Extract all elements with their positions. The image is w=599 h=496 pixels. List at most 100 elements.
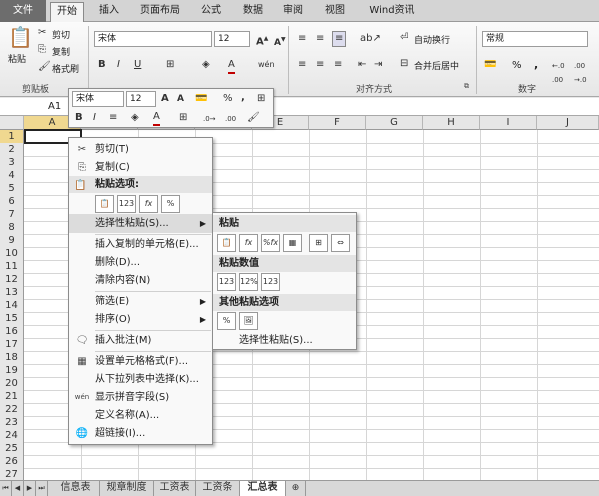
row-header[interactable]: 27 [0,468,24,480]
phonetic-icon[interactable]: wén [258,58,275,72]
col-header[interactable]: H [423,116,480,130]
merge-center-button[interactable]: 合并后居中 [414,59,459,72]
paste-option-paste[interactable]: 📋 [95,195,114,213]
row-header[interactable]: 21 [0,390,24,404]
col-header[interactable]: G [366,116,423,130]
row-header[interactable]: 25 [0,442,24,456]
increase-decimal-icon[interactable]: ←.0.00 [552,59,565,87]
mini-font-color-icon[interactable]: A [153,110,160,126]
align-middle-icon[interactable]: ≡ [316,32,324,46]
mini-fill-color-icon[interactable]: ◈ [131,111,139,125]
row-header[interactable]: 14 [0,299,24,313]
row-header[interactable]: 11 [0,260,24,274]
mini-format-icon[interactable]: ⊞ [257,92,265,106]
comma-button[interactable]: , [534,58,538,71]
paste-option-keep-format[interactable]: ▦ [283,234,302,252]
font-size-select[interactable]: 12 [214,31,250,47]
menu-item-delete[interactable]: 删除(D)... [69,253,212,272]
mini-format-painter-icon[interactable]: 🖌 [247,111,260,125]
name-box[interactable]: A1 [48,101,61,112]
sheet-tab-active[interactable]: 汇总表 [240,481,286,496]
paste-option-transpose[interactable]: ⇔ [331,234,350,252]
mini-italic-icon[interactable]: I [93,111,96,125]
row-header[interactable]: 12 [0,273,24,287]
tab-review[interactable]: 审阅 [276,2,310,22]
prev-sheet-icon[interactable]: ◀ [12,481,24,496]
row-header[interactable]: 6 [0,195,24,209]
shrink-font-icon[interactable]: A▼ [274,33,286,50]
paste-option-formulas[interactable]: fx [139,195,158,213]
last-sheet-icon[interactable]: ⏭ [36,481,48,496]
paste-option-formulas-number[interactable]: %fx [261,234,280,252]
paste-option-formulas[interactable]: fx [239,234,258,252]
next-sheet-icon[interactable]: ▶ [24,481,36,496]
row-header[interactable]: 3 [0,156,24,170]
col-header[interactable]: I [480,116,537,130]
menu-item-hyperlink[interactable]: 🌐 超链接(I)... [69,424,212,443]
tab-file[interactable]: 文件 [0,0,46,22]
new-sheet-icon[interactable]: ⊕ [286,481,306,496]
menu-item-pick-list[interactable]: 从下拉列表中选择(K)... [69,370,212,389]
paste-option-picture[interactable]: 🖼 [239,312,258,330]
menu-item-filter[interactable]: 筛选(E) ▶ [69,292,212,311]
format-painter-button[interactable]: 格式刷 [52,62,79,75]
menu-item-paste-special[interactable]: 选择性粘贴(S)... ▶ [69,214,212,233]
tab-insert[interactable]: 插入 [92,2,126,22]
row-header[interactable]: 13 [0,286,24,300]
wrap-text-button[interactable]: 自动换行 [414,33,450,46]
mini-bold-icon[interactable]: B [75,111,83,125]
mini-font-select[interactable]: 宋体 [72,91,124,107]
percent-button[interactable]: % [512,60,522,71]
mini-increase-decimal-icon[interactable]: .0→ [203,112,216,126]
row-header[interactable]: 18 [0,351,24,365]
underline-icon[interactable]: U [134,58,141,72]
menu-item-clear[interactable]: 清除内容(N) [69,271,212,290]
number-format-select[interactable]: 常规 [482,31,588,47]
row-header[interactable]: 2 [0,143,24,157]
borders-icon[interactable]: ⊞ [166,58,174,72]
paste-option-formatting[interactable]: % [161,195,180,213]
row-header[interactable]: 23 [0,416,24,430]
row-header[interactable]: 22 [0,403,24,417]
submenu-item-paste-special[interactable]: 选择性粘贴(S)... [213,331,356,350]
row-header[interactable]: 15 [0,312,24,326]
bold-icon[interactable]: B [98,58,106,72]
paste-icon[interactable]: 📋 [8,26,33,48]
font-name-select[interactable]: 宋体 [94,31,212,47]
sheet-tab[interactable]: 工资条 [196,481,240,496]
mini-align-center-icon[interactable]: ≡ [109,111,117,125]
tab-home[interactable]: 开始 [50,2,84,23]
menu-item-sort[interactable]: 排序(O) ▶ [69,310,212,329]
copy-button[interactable]: 复制 [52,45,70,58]
row-header[interactable]: 1 [0,130,24,144]
row-header[interactable]: 24 [0,429,24,443]
menu-item-insert-comment[interactable]: 🗨 插入批注(M) [69,331,212,350]
align-top-icon[interactable]: ≡ [298,32,306,46]
row-header[interactable]: 17 [0,338,24,352]
mini-grow-font-icon[interactable]: A [161,92,169,106]
paste-option-formatting[interactable]: % [217,312,236,330]
sheet-tab[interactable]: 工资表 [154,481,196,496]
row-header[interactable]: 19 [0,364,24,378]
mini-comma-icon[interactable]: , [241,91,245,105]
paste-option-values[interactable]: 123 [217,273,236,291]
tab-data[interactable]: 数据 [236,2,270,22]
tab-view[interactable]: 视图 [318,2,352,22]
menu-item-phonetic[interactable]: wén 显示拼音字段(S) [69,388,212,407]
col-header[interactable]: F [309,116,366,130]
row-header[interactable]: 10 [0,247,24,261]
orientation-icon[interactable]: ab↗ [360,32,381,46]
fill-color-icon[interactable]: ◈ [202,58,210,72]
alignment-launcher-icon[interactable]: ⧉ [464,82,469,91]
paste-option-values-number[interactable]: 12% [239,273,258,291]
mini-shrink-font-icon[interactable]: A [177,92,184,106]
italic-icon[interactable]: I [117,58,120,72]
row-header[interactable]: 4 [0,169,24,183]
mini-size-select[interactable]: 12 [126,91,156,107]
row-header[interactable]: 9 [0,234,24,248]
paste-option-paste[interactable]: 📋 [217,234,236,252]
mini-decrease-decimal-icon[interactable]: .00 [225,112,236,126]
cut-button[interactable]: 剪切 [52,28,70,41]
align-left-icon[interactable]: ≡ [298,58,306,72]
accounting-icon[interactable]: 💳 [484,58,496,72]
